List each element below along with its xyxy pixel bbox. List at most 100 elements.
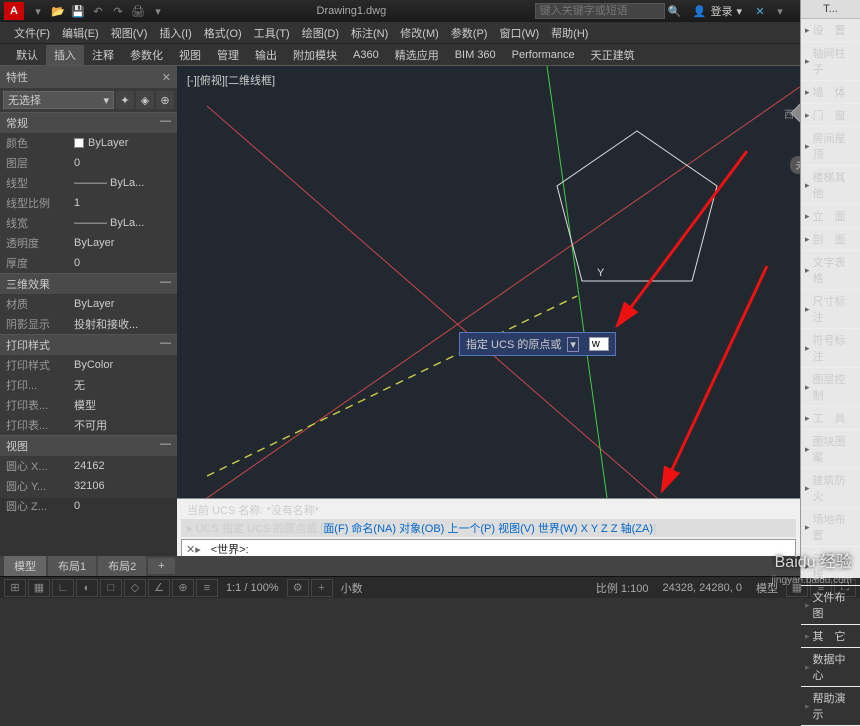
sb-grid-icon[interactable]: ⊞: [4, 579, 26, 597]
cmd-option[interactable]: 上一个(P): [447, 523, 495, 535]
sb-polar-icon[interactable]: ◐: [76, 579, 98, 597]
prop-value[interactable]: 模型: [70, 396, 177, 414]
palette-tab[interactable]: T...: [801, 0, 860, 19]
property-row[interactable]: 颜色ByLayer: [0, 133, 177, 153]
palette-item[interactable]: ▸文字表格: [801, 251, 860, 290]
prop-value[interactable]: ByLayer: [70, 295, 177, 313]
prop-value[interactable]: 投射和接收...: [70, 315, 177, 333]
palette-item[interactable]: ▸设 置: [801, 19, 860, 42]
palette-item[interactable]: ▸楼梯其他: [801, 166, 860, 205]
prop-value[interactable]: ——— ByLa...: [70, 214, 177, 232]
ribbon-tab[interactable]: 管理: [209, 45, 247, 65]
ribbon-tab[interactable]: 视图: [171, 45, 209, 65]
help-dropdown-icon[interactable]: ▾: [771, 2, 789, 20]
pickadd-icon[interactable]: ⊕: [156, 91, 174, 109]
sb-3dosnap-icon[interactable]: ◇: [124, 579, 146, 597]
qat-redo-icon[interactable]: ↷: [109, 2, 127, 20]
category-name[interactable]: 常规: [6, 115, 28, 131]
ribbon-tab[interactable]: Performance: [504, 47, 583, 63]
ribbon-tab[interactable]: A360: [345, 47, 387, 63]
tooltip-input[interactable]: [589, 337, 609, 351]
qat-more-icon[interactable]: ▾: [149, 2, 167, 20]
property-row[interactable]: 透明度ByLayer: [0, 233, 177, 253]
prop-value[interactable]: 不可用: [70, 416, 177, 434]
layout-tab[interactable]: 布局2: [98, 556, 146, 576]
property-row[interactable]: 圆心 Y...32106: [0, 476, 177, 496]
palette-item[interactable]: ▸工 具: [801, 407, 860, 430]
sb-anno-scale[interactable]: 比例 1:100: [590, 580, 655, 596]
ribbon-tab[interactable]: 精选应用: [387, 45, 447, 65]
ribbon-tab[interactable]: 默认: [8, 45, 46, 65]
ribbon-tab[interactable]: 天正建筑: [583, 45, 643, 65]
collapse-icon[interactable]: —: [160, 438, 171, 454]
menu-modify[interactable]: 修改(M): [394, 23, 445, 43]
cmd-option[interactable]: Y: [591, 523, 598, 535]
property-row[interactable]: 线型比例1: [0, 193, 177, 213]
cmd-option[interactable]: 命名(NA): [351, 523, 396, 535]
palette-item[interactable]: ▸图块图案: [801, 430, 860, 469]
cmd-option[interactable]: X: [581, 523, 588, 535]
cmd-option[interactable]: Z 轴(ZA): [611, 523, 653, 535]
menu-dim[interactable]: 标注(N): [345, 23, 394, 43]
qat-open-icon[interactable]: 📂: [49, 2, 67, 20]
ribbon-tab[interactable]: 参数化: [122, 45, 171, 65]
property-row[interactable]: 线型——— ByLa...: [0, 173, 177, 193]
sb-otrack-icon[interactable]: ∠: [148, 579, 170, 597]
sb-snap-icon[interactable]: ▦: [28, 579, 50, 597]
user-dropdown-icon[interactable]: ▾: [736, 5, 742, 18]
sb-ortho-icon[interactable]: ∟: [52, 579, 74, 597]
category-name[interactable]: 视图: [6, 438, 28, 454]
menu-format[interactable]: 格式(O): [198, 23, 248, 43]
layout-tab-model[interactable]: 模型: [4, 556, 46, 576]
palette-item[interactable]: ▸房间屋顶: [801, 127, 860, 166]
user-icon[interactable]: 👤: [693, 5, 707, 18]
cmd-option[interactable]: 对象(OB): [399, 523, 444, 535]
prop-value[interactable]: ——— ByLa...: [70, 174, 177, 192]
property-row[interactable]: 打印表...模型: [0, 395, 177, 415]
property-row[interactable]: 打印...无: [0, 375, 177, 395]
sb-drafting[interactable]: 小数: [335, 580, 369, 596]
app-logo[interactable]: A: [4, 2, 24, 20]
sb-osnap-icon[interactable]: □: [100, 579, 122, 597]
palette-item[interactable]: ▸帮助演示: [801, 687, 860, 726]
sb-lwt-icon[interactable]: ≡: [196, 579, 218, 597]
prop-value[interactable]: 1: [70, 194, 177, 212]
selection-combo[interactable]: 无选择 ▾: [3, 91, 114, 109]
prop-value[interactable]: ByLayer: [70, 134, 177, 152]
palette-item[interactable]: ▸立 面: [801, 205, 860, 228]
collapse-icon[interactable]: —: [160, 115, 171, 131]
palette-item[interactable]: ▸轴网柱子: [801, 42, 860, 81]
cmd-option[interactable]: 面(F): [323, 523, 348, 535]
property-row[interactable]: 图层0: [0, 153, 177, 173]
ribbon-tab[interactable]: 插入: [46, 45, 84, 65]
property-row[interactable]: 打印表...不可用: [0, 415, 177, 435]
qat-print-icon[interactable]: 🖨: [129, 2, 147, 20]
collapse-icon[interactable]: —: [160, 276, 171, 292]
prop-value[interactable]: 24162: [70, 457, 177, 475]
property-row[interactable]: 厚度0: [0, 253, 177, 273]
palette-item[interactable]: ▸墙 体: [801, 81, 860, 104]
palette-item[interactable]: ▸尺寸标注: [801, 290, 860, 329]
palette-item[interactable]: ▸剖 面: [801, 228, 860, 251]
menu-draw[interactable]: 绘图(D): [296, 23, 345, 43]
prop-value[interactable]: 无: [70, 376, 177, 394]
qat-save-icon[interactable]: 💾: [69, 2, 87, 20]
palette-item[interactable]: ▸文件布图: [801, 586, 860, 625]
menu-view[interactable]: 视图(V): [105, 23, 154, 43]
sb-plus-icon[interactable]: +: [311, 579, 333, 597]
menu-help[interactable]: 帮助(H): [545, 23, 594, 43]
cmd-option[interactable]: Z: [601, 523, 608, 535]
property-row[interactable]: 圆心 Z...0: [0, 496, 177, 516]
layout-tab[interactable]: 布局1: [48, 556, 96, 576]
property-row[interactable]: 阴影显示投射和接收...: [0, 314, 177, 334]
command-window[interactable]: 当前 UCS 名称: *没有名称* ▸ UCS 指定 UCS 的原点或 [面(F…: [177, 498, 800, 556]
category-name[interactable]: 打印样式: [6, 337, 50, 353]
ribbon-tab[interactable]: 输出: [247, 45, 285, 65]
collapse-icon[interactable]: —: [160, 337, 171, 353]
select-objects-icon[interactable]: ◈: [136, 91, 154, 109]
menu-edit[interactable]: 编辑(E): [56, 23, 105, 43]
prop-value[interactable]: 32106: [70, 477, 177, 495]
palette-item[interactable]: ▸符号标注: [801, 329, 860, 368]
ribbon-tab[interactable]: 注释: [84, 45, 122, 65]
ribbon-tab[interactable]: BIM 360: [447, 47, 504, 63]
